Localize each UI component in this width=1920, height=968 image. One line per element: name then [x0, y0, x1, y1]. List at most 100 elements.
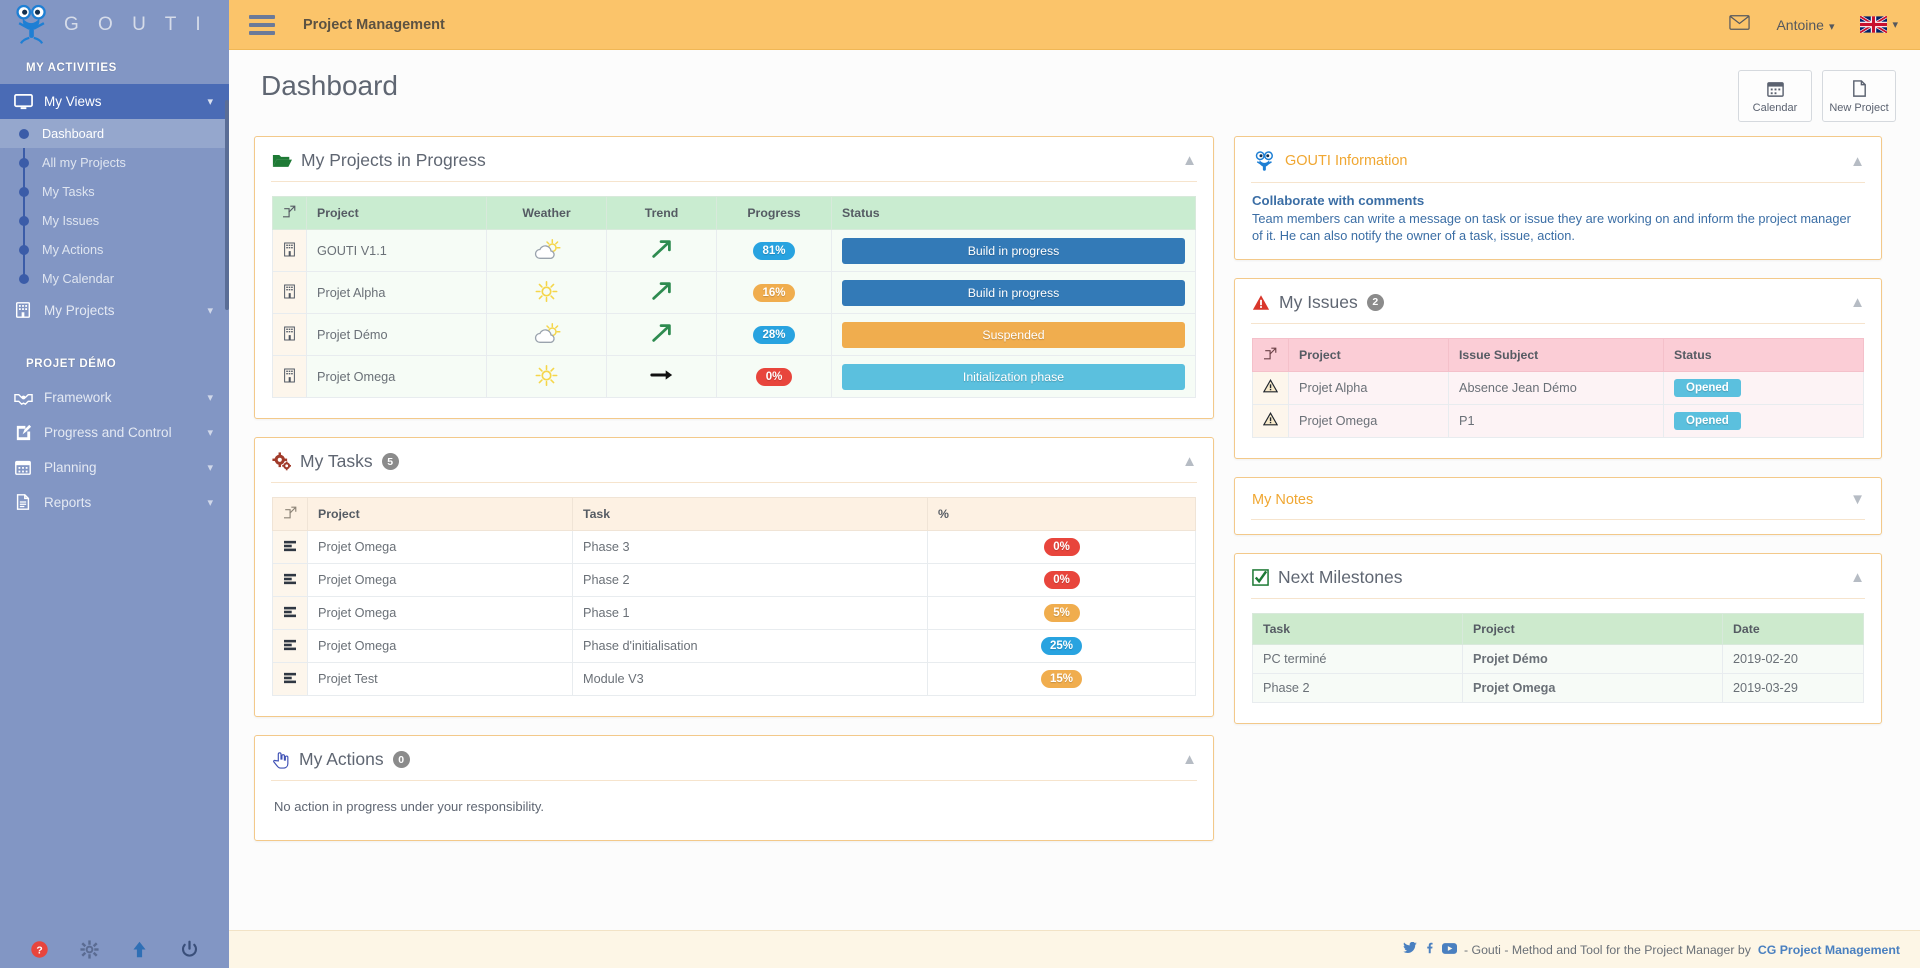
sidebar-item-framework[interactable]: Framework ▾	[0, 380, 229, 415]
cell-weather	[486, 313, 607, 356]
cell-project: Projet Démo	[306, 313, 487, 356]
sidebar-item-dashboard[interactable]: Dashboard	[0, 119, 229, 148]
facebook-icon[interactable]	[1425, 942, 1434, 957]
new-project-button-label: New Project	[1829, 101, 1889, 114]
language-selector[interactable]: ▾	[1860, 16, 1898, 33]
hamburger-menu-icon[interactable]	[249, 11, 275, 39]
check-square-icon	[1252, 568, 1269, 586]
brand[interactable]: G O U T I	[0, 0, 229, 50]
collapse-toggle-icon[interactable]: ▲	[1182, 153, 1197, 168]
my-projects-card: My Projects in Progress ▲ Project Weathe…	[254, 136, 1214, 419]
cell-task: Phase 2	[1252, 672, 1463, 703]
envelope-icon[interactable]	[1729, 14, 1751, 35]
card-title: Next Milestones	[1252, 567, 1403, 588]
table-row[interactable]: Projet Alpha Absence Jean Démo Opened	[1252, 370, 1864, 405]
row-icon-cell[interactable]	[272, 355, 307, 398]
external-link-icon	[280, 205, 296, 218]
page-title: Dashboard	[261, 70, 398, 101]
status-bar[interactable]: Suspended	[842, 321, 1185, 348]
my-issues-card: My Issues 2 ▲ Project Issue Subject Stat…	[1234, 277, 1882, 459]
cell-percent: 15%	[927, 662, 1196, 696]
cell-task: Phase 1	[572, 596, 928, 630]
building-icon	[284, 284, 295, 298]
table-row[interactable]: Projet Omega 0% Initialization phase	[272, 355, 1196, 398]
sidebar-item-label: My Projects	[44, 303, 115, 318]
row-icon-cell[interactable]	[1252, 403, 1289, 438]
table-row[interactable]: PC terminé Projet Démo 2019-02-20	[1252, 643, 1864, 674]
cell-status: Build in progress	[831, 229, 1196, 272]
table-row[interactable]: GOUTI V1.1 81% Build in progress	[272, 229, 1196, 272]
table-row[interactable]: Projet Omega Phase 3 0%	[272, 530, 1196, 564]
collapse-toggle-icon[interactable]: ▼	[1850, 492, 1865, 507]
table-row[interactable]: Projet Test Module V3 15%	[272, 662, 1196, 696]
calendar-button[interactable]: Calendar	[1738, 70, 1812, 122]
table-row[interactable]: Projet Omega P1 Opened	[1252, 403, 1864, 438]
sidebar-item-my-calendar[interactable]: My Calendar	[0, 264, 229, 293]
row-icon-cell[interactable]	[272, 596, 308, 630]
status-bar[interactable]: Initialization phase	[842, 363, 1185, 390]
table-row[interactable]: Projet Alpha 16% Build in progress	[272, 271, 1196, 314]
cell-status: Opened	[1663, 370, 1864, 405]
row-icon-cell[interactable]	[272, 530, 308, 564]
row-icon-cell[interactable]	[272, 662, 308, 696]
main-content: Dashboard Calendar New Project My Projec…	[229, 50, 1920, 930]
chevron-down-icon: ▾	[207, 497, 213, 509]
cell-percent: 0%	[927, 530, 1196, 564]
table-row[interactable]: Projet Omega Phase 1 5%	[272, 596, 1196, 630]
sidebar-item-my-projects[interactable]: My Projects ▾	[0, 293, 229, 328]
gear-icon[interactable]	[80, 939, 99, 959]
tasks-count-badge: 5	[381, 453, 399, 470]
progress-pill: 0%	[756, 367, 792, 386]
row-icon-cell[interactable]	[272, 313, 307, 356]
cell-project: Projet Démo	[1462, 643, 1723, 674]
new-project-button[interactable]: New Project	[1822, 70, 1896, 122]
table-row[interactable]: Phase 2 Projet Omega 2019-03-29	[1252, 672, 1864, 703]
open-folder-icon	[272, 155, 292, 167]
sidebar-item-planning[interactable]: Planning ▾	[0, 450, 229, 485]
table-row[interactable]: Projet Omega Phase d'initialisation 25%	[272, 629, 1196, 663]
sidebar-item-my-views[interactable]: My Views ▾	[0, 84, 229, 119]
status-bar[interactable]: Build in progress	[842, 279, 1185, 306]
table-row[interactable]: Projet Omega Phase 2 0%	[272, 563, 1196, 597]
my-tasks-card: My Tasks 5 ▲ Project Task % Projet Omega…	[254, 437, 1214, 717]
sidebar-subitem-label: Dashboard	[42, 126, 105, 141]
help-circle-icon[interactable]: ?	[30, 940, 49, 959]
sidebar-subitem-label: My Calendar	[42, 271, 114, 286]
table-row[interactable]: Projet Démo 28% Suspended	[272, 313, 1196, 356]
building-icon	[284, 368, 295, 382]
user-menu[interactable]: Antoine ▾	[1776, 17, 1834, 33]
status-bar[interactable]: Build in progress	[842, 237, 1185, 264]
row-icon-cell[interactable]	[272, 563, 308, 597]
sidebar-heading-activities: MY ACTIVITIES	[26, 62, 117, 74]
sidebar-item-label: Planning	[44, 460, 97, 475]
sidebar-item-all-my-projects[interactable]: All my Projects	[0, 148, 229, 177]
row-icon-cell[interactable]	[272, 271, 307, 314]
card-title: My Issues 2	[1252, 292, 1384, 313]
upload-arrow-icon[interactable]	[130, 940, 149, 959]
collapse-toggle-icon[interactable]: ▲	[1850, 295, 1865, 310]
divider	[1251, 518, 1865, 520]
collapse-toggle-icon[interactable]: ▲	[1850, 570, 1865, 585]
sidebar-item-my-actions[interactable]: My Actions	[0, 235, 229, 264]
row-icon-cell[interactable]	[1252, 370, 1289, 405]
sidebar-item-progress-and-control[interactable]: Progress and Control ▾	[0, 415, 229, 450]
cell-progress: 16%	[716, 271, 832, 314]
row-icon-cell[interactable]	[272, 229, 307, 272]
collapse-toggle-icon[interactable]: ▲	[1182, 752, 1197, 767]
twitter-icon[interactable]	[1403, 941, 1417, 957]
footer-link[interactable]: CG Project Management	[1758, 943, 1900, 957]
sidebar-item-reports[interactable]: Reports ▾	[0, 485, 229, 520]
row-icon-cell[interactable]	[272, 629, 308, 663]
actions-count-badge: 0	[392, 751, 410, 768]
cell-subject: Absence Jean Démo	[1448, 370, 1664, 405]
sidebar-item-my-tasks[interactable]: My Tasks	[0, 177, 229, 206]
sidebar-item-label: Reports	[44, 495, 92, 510]
cell-project: Projet Alpha	[1288, 370, 1449, 405]
partly-cloudy-icon	[534, 322, 561, 343]
youtube-icon[interactable]	[1442, 942, 1457, 957]
power-icon[interactable]	[180, 940, 199, 959]
sidebar-item-my-issues[interactable]: My Issues	[0, 206, 229, 235]
actions-empty-message: No action in progress under your respons…	[274, 799, 545, 814]
collapse-toggle-icon[interactable]: ▲	[1850, 154, 1865, 169]
collapse-toggle-icon[interactable]: ▲	[1182, 454, 1197, 469]
